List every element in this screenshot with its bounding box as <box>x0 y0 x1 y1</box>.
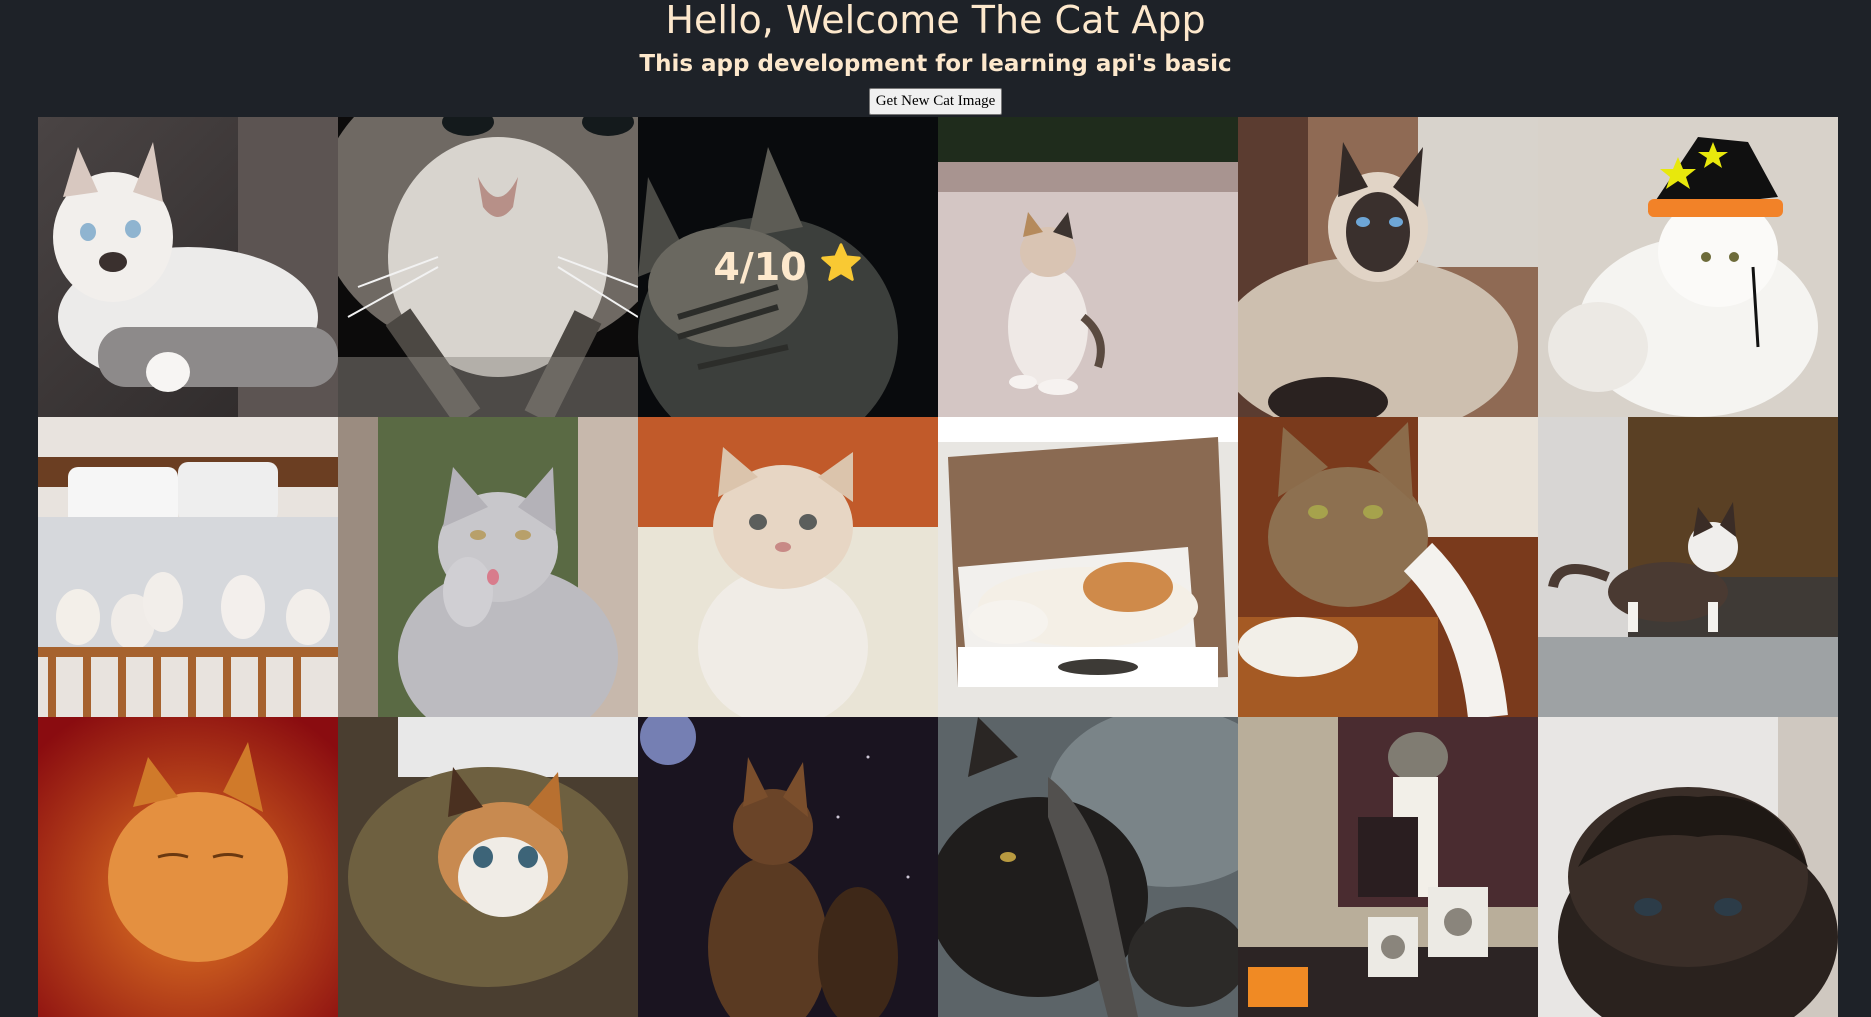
cat-image-silhouette-night[interactable] <box>638 717 938 1017</box>
cat-image-standing-calico[interactable] <box>938 117 1238 417</box>
cat-image-cat-wig[interactable] <box>1538 717 1838 1017</box>
cat-image-white-kitten[interactable] <box>38 117 338 417</box>
cat-rating-text: 4/10 <box>713 245 807 289</box>
cat-image-exotic-kitten[interactable] <box>638 417 938 717</box>
cat-image-persian-witch-hat[interactable] <box>1538 117 1838 417</box>
cat-image-tabby-closeup[interactable] <box>338 117 638 417</box>
cat-image-calico-on-chair[interactable] <box>1238 417 1538 717</box>
page-subtitle: This app development for learning api's … <box>639 51 1232 77</box>
cat-image-kittens-on-bed[interactable] <box>38 417 338 717</box>
app-header: Hello, Welcome The Cat App This app deve… <box>0 0 1871 116</box>
cat-image-black-cat-lap[interactable] <box>938 717 1238 1017</box>
cat-rating-overlay: 4/10 <box>638 117 938 417</box>
cat-image-siamese-longhair[interactable] <box>1238 117 1538 417</box>
cat-image-munchkin-on-table[interactable] <box>1538 417 1838 717</box>
cat-image-cat-in-box[interactable] <box>938 417 1238 717</box>
button-row: Get New Cat Image <box>0 88 1871 116</box>
star-icon <box>819 241 863 294</box>
page-title: Hello, Welcome The Cat App <box>665 0 1206 42</box>
cat-image-orange-kitten[interactable] <box>38 717 338 1017</box>
cat-image-dark-tabby-rated[interactable]: 4/10 <box>638 117 938 417</box>
get-new-cat-image-button[interactable]: Get New Cat Image <box>868 88 1003 115</box>
cat-image-grid: 4/10 <box>38 117 1838 1017</box>
cat-image-grey-kitten-licking[interactable] <box>338 417 638 717</box>
cat-image-calico-kitten-basket[interactable] <box>338 717 638 1017</box>
cat-image-cat-on-speakers[interactable] <box>1238 717 1538 1017</box>
